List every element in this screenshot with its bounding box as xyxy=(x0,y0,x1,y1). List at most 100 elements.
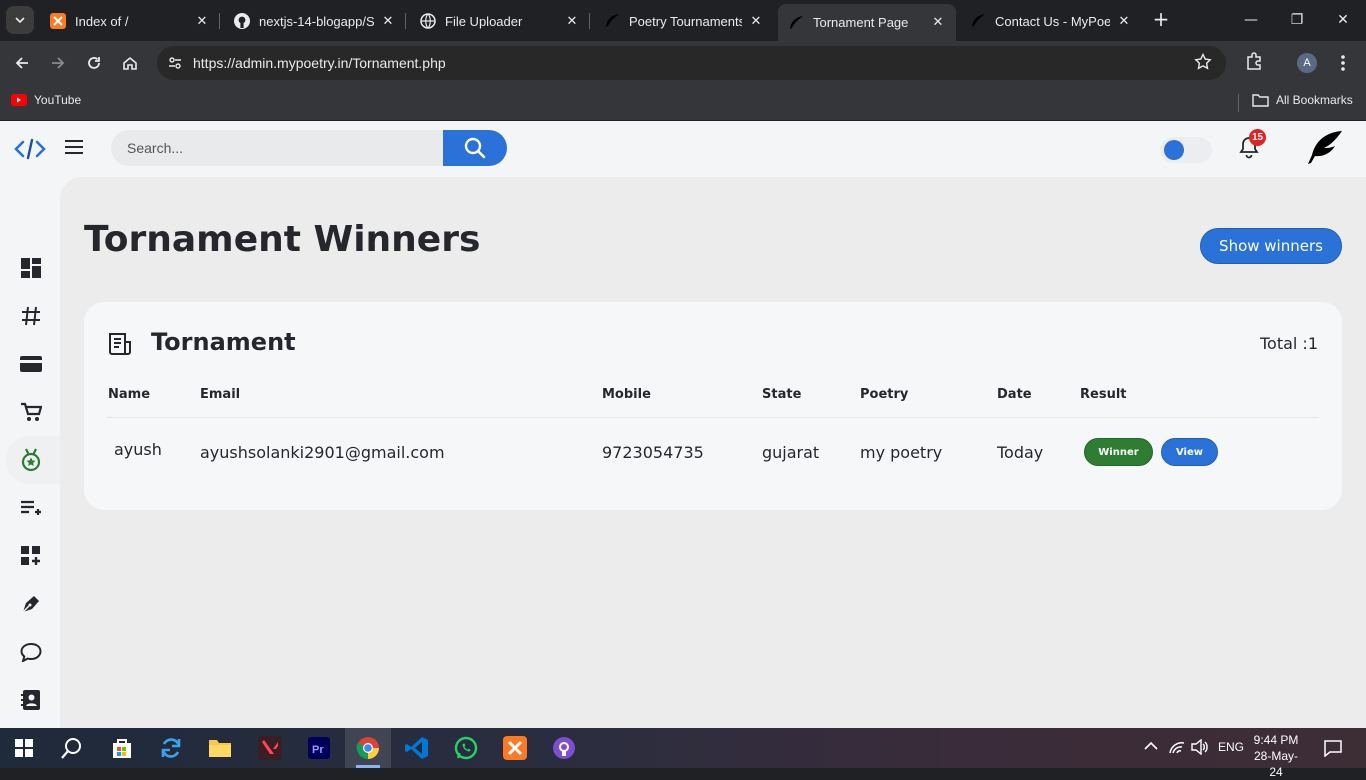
premiere-pro-icon[interactable]: Pr xyxy=(305,734,333,762)
folder-icon xyxy=(1252,93,1269,107)
cell-state: gujarat xyxy=(762,443,820,462)
restore-button[interactable]: ❐ xyxy=(1282,8,1312,32)
tab-github[interactable]: nextjs-14-blogapp/Sc ✕ xyxy=(224,5,406,37)
whatsapp-icon[interactable] xyxy=(452,734,480,762)
close-icon[interactable]: ✕ xyxy=(748,13,764,29)
feather-icon xyxy=(788,15,804,31)
theme-toggle[interactable] xyxy=(1160,137,1212,163)
home-button[interactable] xyxy=(118,51,142,75)
profile-avatar[interactable]: A xyxy=(1297,53,1317,73)
valorant-icon[interactable] xyxy=(256,734,284,762)
windows-start-icon[interactable] xyxy=(10,734,38,762)
wifi-icon[interactable] xyxy=(1168,739,1186,758)
close-icon[interactable]: ✕ xyxy=(194,13,210,29)
svg-text:Pr: Pr xyxy=(312,744,324,756)
all-bookmarks-button[interactable]: All Bookmarks xyxy=(1252,93,1353,107)
tab-poetry-tournaments[interactable]: Poetry Tournaments ✕ xyxy=(594,5,774,37)
chevron-down-icon xyxy=(15,17,25,24)
close-icon[interactable]: ✕ xyxy=(1116,13,1132,29)
feather-icon xyxy=(970,13,986,29)
playlist-add-icon[interactable] xyxy=(18,495,44,521)
cell-date: Today xyxy=(997,443,1044,462)
notification-center-icon[interactable] xyxy=(1324,739,1342,760)
close-window-button[interactable]: ✕ xyxy=(1328,8,1358,32)
windows-taskbar: Pr ENG 9:44 PM 28-May-24 xyxy=(0,728,1366,779)
column-header-result: Result xyxy=(1080,387,1127,402)
total-count: Total :1 xyxy=(1259,334,1318,353)
volume-icon[interactable] xyxy=(1191,738,1209,758)
contact-book-icon[interactable] xyxy=(18,687,44,713)
tab-strip: Index of / ✕ nextjs-14-blogapp/Sc ✕ File… xyxy=(0,0,1366,41)
main-content: Tornament Winners Show winners Tornament… xyxy=(60,177,1366,728)
close-icon[interactable]: ✕ xyxy=(930,15,946,31)
github-icon xyxy=(234,13,250,29)
column-header-state: State xyxy=(762,387,802,402)
tab-title: Poetry Tournaments xyxy=(629,13,742,29)
address-bar[interactable]: https://admin.mypoetry.in/Tornament.php xyxy=(157,46,1226,80)
extensions-icon[interactable] xyxy=(1244,51,1264,75)
close-icon[interactable]: ✕ xyxy=(380,13,396,29)
sidebar xyxy=(0,177,66,728)
cell-email: ayushsolanki2901@gmail.com xyxy=(200,443,445,462)
minimize-button[interactable]: — xyxy=(1236,8,1266,32)
search-bar xyxy=(111,130,507,166)
browser-chrome: Index of / ✕ nextjs-14-blogapp/Sc ✕ File… xyxy=(0,0,1366,121)
arrow-right-icon xyxy=(52,57,65,69)
forward-button[interactable] xyxy=(46,51,70,75)
pen-nib-icon[interactable] xyxy=(18,591,44,617)
url-scheme: https:// xyxy=(193,55,236,71)
tab-contact-us[interactable]: Contact Us - MyPoetr ✕ xyxy=(960,5,1142,37)
xampp-icon[interactable] xyxy=(501,734,529,762)
clock-time: 9:44 PM xyxy=(1253,733,1299,747)
tab-tornament-page[interactable]: Tornament Page ✕ xyxy=(778,4,956,41)
cart-icon[interactable] xyxy=(18,399,44,425)
tab-search-button[interactable] xyxy=(6,6,34,34)
taskbar-clock[interactable]: 9:44 PM 28-May-24 xyxy=(1250,732,1302,780)
kebab-menu-icon[interactable] xyxy=(1338,53,1348,77)
sync-icon[interactable] xyxy=(157,734,185,762)
search-input[interactable] xyxy=(111,130,443,166)
chevron-up-icon[interactable] xyxy=(1144,740,1158,754)
arrow-left-icon xyxy=(15,57,28,69)
language-indicator[interactable]: ENG xyxy=(1218,740,1244,754)
youtube-icon xyxy=(11,94,27,106)
hashtag-icon[interactable] xyxy=(18,303,44,329)
bookmark-youtube[interactable]: YouTube xyxy=(11,93,81,107)
view-button[interactable]: View xyxy=(1161,438,1218,466)
header-divider xyxy=(107,417,1319,418)
cell-name: ayush xyxy=(114,440,162,459)
chrome-icon[interactable] xyxy=(354,734,382,762)
taskbar-search-icon[interactable] xyxy=(58,734,86,762)
search-button[interactable] xyxy=(443,130,507,166)
dashboard-icon[interactable] xyxy=(18,255,44,281)
feather-brand-icon[interactable] xyxy=(1306,129,1344,171)
github-desktop-icon[interactable] xyxy=(550,734,578,762)
bookmark-star-icon[interactable] xyxy=(1194,52,1212,75)
winner-badge: Winner xyxy=(1084,438,1153,466)
store-icon[interactable] xyxy=(108,734,136,762)
chat-bubble-icon[interactable] xyxy=(18,639,44,665)
tab-file-uploader[interactable]: File Uploader ✕ xyxy=(410,5,590,37)
site-settings-icon[interactable] xyxy=(165,53,185,73)
reload-button[interactable] xyxy=(82,51,106,75)
medal-icon[interactable] xyxy=(18,447,44,473)
card-icon[interactable] xyxy=(18,351,44,377)
close-icon[interactable]: ✕ xyxy=(564,13,580,29)
url-text: https://admin.mypoetry.in/Tornament.php xyxy=(193,55,446,71)
file-explorer-icon[interactable] xyxy=(206,734,234,762)
new-tab-button[interactable]: + xyxy=(1150,7,1172,31)
show-winners-button[interactable]: Show winners xyxy=(1200,228,1342,264)
tab-index[interactable]: Index of / ✕ xyxy=(40,5,220,37)
column-header-email: Email xyxy=(200,387,241,402)
bookmarks-bar: YouTube All Bookmarks xyxy=(0,85,1366,121)
reload-icon xyxy=(88,57,100,69)
code-logo-icon[interactable] xyxy=(14,137,46,165)
column-header-poetry: Poetry xyxy=(860,387,909,402)
card-title: Tornament xyxy=(151,328,296,356)
cell-mobile: 9723054735 xyxy=(602,443,704,462)
hamburger-menu-icon[interactable] xyxy=(64,139,84,155)
dashboard-add-icon[interactable] xyxy=(18,543,44,569)
vscode-icon[interactable] xyxy=(403,734,431,762)
back-button[interactable] xyxy=(10,51,34,75)
tab-title: File Uploader xyxy=(445,13,523,29)
